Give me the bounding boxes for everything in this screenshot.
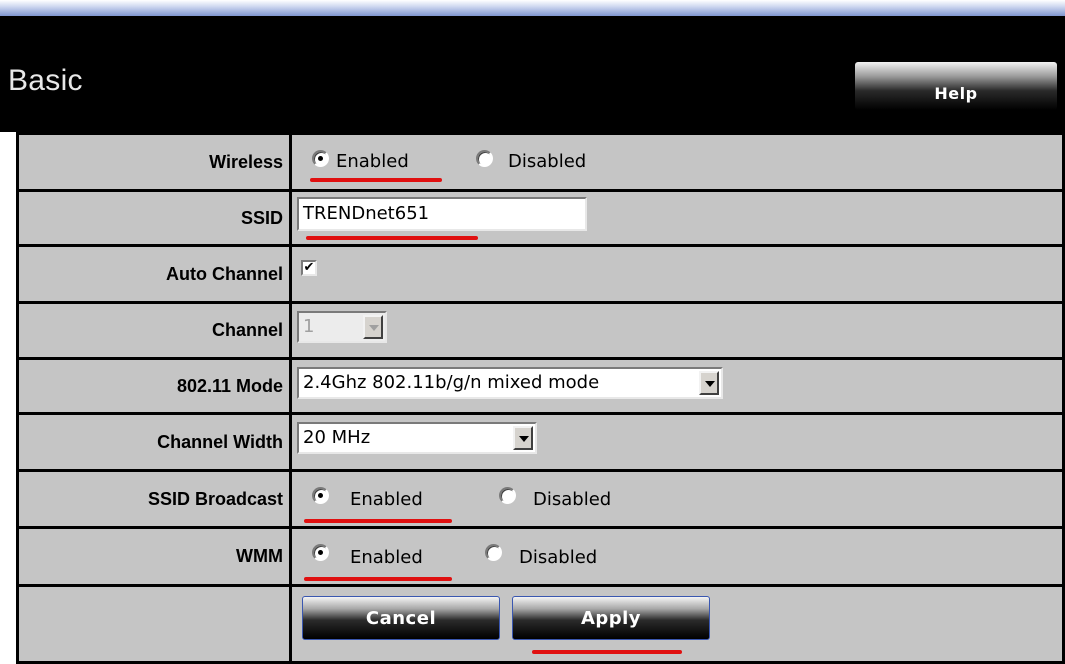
mode-label: 802.11 Mode — [19, 360, 289, 412]
channel-width-select-value: 20 MHz — [303, 427, 371, 448]
annotation-underline — [532, 650, 682, 654]
cancel-button[interactable]: Cancel — [302, 596, 500, 640]
channel-width-cell: 20 MHz — [292, 415, 1062, 469]
help-button-label: Help — [934, 83, 978, 103]
wireless-options: Enabled Disabled — [292, 135, 1062, 189]
auto-channel-label: Auto Channel — [19, 247, 289, 301]
chevron-down-icon — [363, 315, 383, 339]
ssid-label: SSID — [19, 192, 289, 244]
wmm-disabled-radio[interactable] — [485, 544, 502, 561]
wireless-disabled-label[interactable]: Disabled — [508, 151, 586, 172]
auto-channel-cell: ✔ — [292, 247, 1062, 301]
row-wmm: WMM Enabled Disabled — [16, 526, 1065, 587]
ssid-cell: TRENDnet651 — [292, 192, 1062, 244]
channel-label: Channel — [19, 304, 289, 357]
channel-width-label: Channel Width — [19, 415, 289, 469]
annotation-underline — [304, 577, 452, 581]
ssid-broadcast-enabled-radio[interactable] — [312, 487, 329, 504]
actions-cell: Cancel Apply — [292, 587, 1062, 661]
wmm-options: Enabled Disabled — [292, 529, 1062, 584]
row-actions: Cancel Apply — [16, 584, 1065, 664]
row-ssid-broadcast: SSID Broadcast Enabled Disabled — [16, 469, 1065, 529]
ssid-broadcast-enabled-label[interactable]: Enabled — [350, 489, 423, 510]
channel-select[interactable]: 1 — [297, 311, 387, 343]
ssid-broadcast-label: SSID Broadcast — [19, 472, 289, 526]
chevron-down-icon — [513, 426, 533, 450]
wireless-enabled-radio[interactable] — [312, 150, 329, 167]
wireless-disabled-radio[interactable] — [476, 150, 493, 167]
cancel-button-label: Cancel — [365, 607, 437, 629]
apply-button[interactable]: Apply — [512, 596, 710, 640]
window-top-strip — [0, 0, 1065, 16]
row-wireless: Wireless Enabled Disabled — [16, 132, 1065, 192]
annotation-underline — [310, 178, 442, 182]
channel-cell: 1 — [292, 304, 1062, 357]
row-channel: Channel 1 — [16, 301, 1065, 360]
wmm-enabled-radio[interactable] — [312, 544, 329, 561]
ssid-broadcast-disabled-radio[interactable] — [499, 487, 516, 504]
row-80211-mode: 802.11 Mode 2.4Ghz 802.11b/g/n mixed mod… — [16, 357, 1065, 415]
ssid-input[interactable]: TRENDnet651 — [297, 197, 587, 231]
wmm-label: WMM — [19, 529, 289, 584]
row-ssid: SSID TRENDnet651 — [16, 189, 1065, 247]
chevron-down-icon — [699, 371, 719, 395]
ssid-broadcast-options: Enabled Disabled — [292, 472, 1062, 526]
page-header: Basic Help — [0, 16, 1065, 132]
wmm-disabled-label[interactable]: Disabled — [519, 547, 597, 568]
wmm-enabled-label[interactable]: Enabled — [350, 547, 423, 568]
auto-channel-checkbox[interactable]: ✔ — [301, 260, 317, 276]
mode-cell: 2.4Ghz 802.11b/g/n mixed mode — [292, 360, 1062, 412]
row-channel-width: Channel Width 20 MHz — [16, 412, 1065, 472]
row-auto-channel: Auto Channel ✔ — [16, 244, 1065, 304]
basic-wireless-form: Wireless Enabled Disabled SSID TRENDnet6… — [16, 132, 1065, 664]
channel-width-select[interactable]: 20 MHz — [297, 422, 537, 454]
annotation-underline — [304, 519, 452, 523]
ssid-broadcast-disabled-label[interactable]: Disabled — [533, 489, 611, 510]
mode-select-value: 2.4Ghz 802.11b/g/n mixed mode — [303, 372, 600, 393]
mode-select[interactable]: 2.4Ghz 802.11b/g/n mixed mode — [297, 367, 723, 399]
apply-button-label: Apply — [580, 607, 642, 629]
wireless-enabled-label[interactable]: Enabled — [336, 151, 409, 172]
annotation-underline — [306, 236, 478, 240]
help-button[interactable]: Help — [855, 62, 1057, 110]
page-title: Basic — [8, 64, 83, 97]
channel-select-value: 1 — [303, 316, 315, 337]
wireless-label: Wireless — [19, 135, 289, 189]
actions-label-cell — [19, 587, 289, 661]
